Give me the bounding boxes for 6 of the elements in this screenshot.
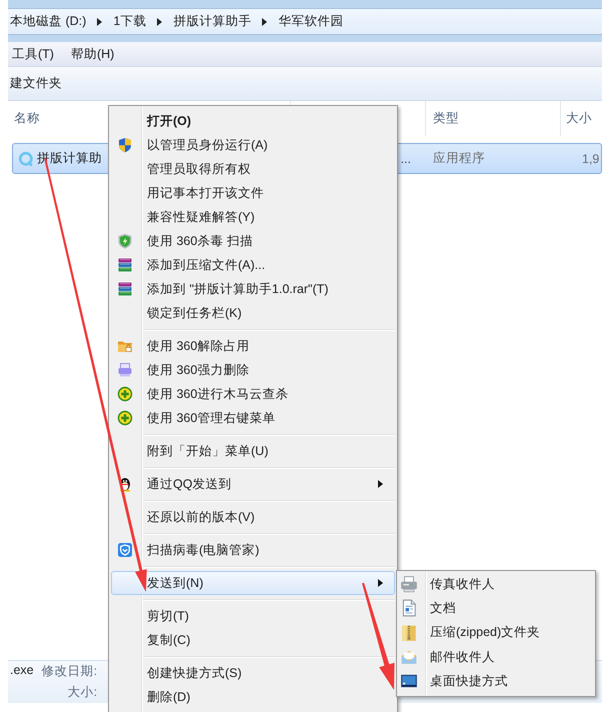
table-cell-text: 应用程序 <box>432 150 486 167</box>
file-name: .exe <box>10 663 34 679</box>
table-cell-text: ... <box>400 152 412 166</box>
table-cell-text: 1,9 <box>581 152 600 166</box>
field-label: 大小: <box>68 684 98 701</box>
field-label: 修改日期: <box>42 663 98 680</box>
